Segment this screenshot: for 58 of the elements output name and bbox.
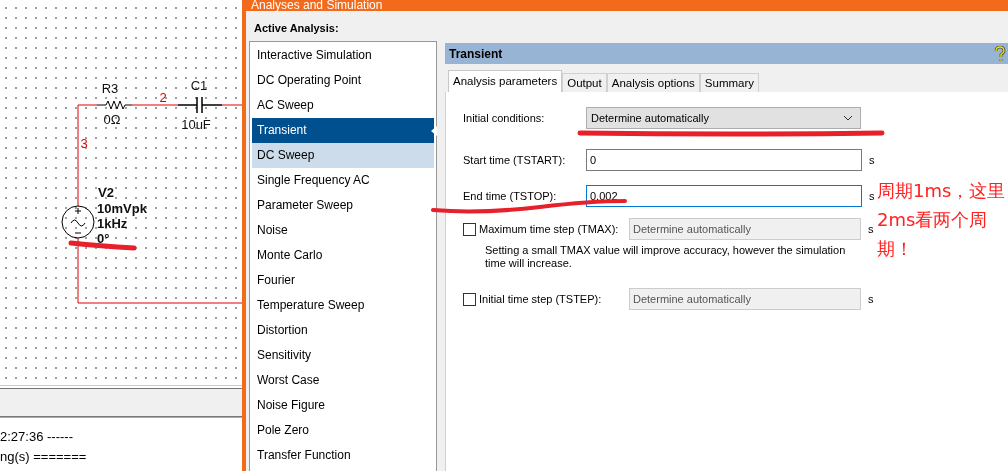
analysis-item[interactable]: AC Sweep [252,93,434,118]
component-label: R3 [101,81,119,96]
node-label: 3 [80,136,88,151]
field-label: Maximum time step (TMAX): [479,223,619,235]
tab[interactable]: Analysis options [606,73,700,92]
analysis-item[interactable]: Transfer Function [252,443,434,468]
component-value: 0Ω [103,112,121,127]
tab[interactable]: Analysis parameters [448,70,563,92]
input-field[interactable]: Determine automatically [629,218,861,240]
analysis-item[interactable]: Noise Figure [252,393,434,418]
capacitor-symbol [177,96,223,114]
analysis-item[interactable]: Single Frequency AC [252,168,434,193]
component-value: 10uF [181,117,211,132]
component-value: 10mVpk [97,201,147,216]
hint-text: Setting a small TMAX value will improve accuracy, however the simulation time will increase. [484,244,847,270]
tab[interactable]: Output [562,73,607,92]
analysis-item[interactable]: Distortion [252,318,434,343]
unit-label: s [869,190,875,202]
caret-icon [843,115,853,121]
analysis-item[interactable]: Noise [252,218,434,243]
unit-label: s [869,154,875,166]
log-line: 2:27:36 ------ [0,428,74,446]
analysis-item[interactable]: Temperature Sweep [252,293,434,318]
component-label: V2 [98,185,114,200]
component-label: C1 [190,78,208,93]
checkbox[interactable] [463,292,476,306]
tab[interactable]: Summary [699,73,760,92]
component-value: 0° [97,231,110,246]
unit-label: s [868,293,874,305]
analysis-item[interactable]: Worst Case [252,368,434,393]
log-line: ng(s) ======= [0,448,88,466]
panel-title: Transient [449,46,503,61]
analysis-item[interactable]: Sensitivity [252,343,434,368]
resistor-symbol [96,100,133,110]
analysis-item[interactable]: Pole Zero [252,418,434,443]
analysis-item[interactable]: Monte Carlo [252,243,434,268]
field-label: Initial time step (TSTEP): [479,293,602,305]
input-field[interactable]: 0.002 [586,185,862,207]
window-title: Analyses and Simulation [250,0,383,11]
analysis-item[interactable]: DC Sweep [252,143,434,168]
input-field[interactable]: 0 [586,149,862,171]
input-field[interactable]: Determine automatically [629,288,861,310]
field-label: Initial conditions: [463,112,546,124]
analysis-item[interactable]: Fourier [252,268,434,293]
dropdown[interactable]: Determine automatically [586,107,861,129]
node-label: 2 [159,90,167,105]
analysis-item[interactable]: Interactive Simulation [252,43,434,68]
field-label: Start time (TSTART): [463,154,567,166]
checkbox[interactable] [463,222,476,236]
ac-source-symbol [61,205,95,239]
analysis-item[interactable]: DC Operating Point [252,68,434,93]
analysis-item[interactable]: Transient [252,118,434,143]
unit-label: s [868,223,874,235]
annotation-text: 周期1ms，这里2ms看两个周期！ [877,179,1007,261]
analysis-item[interactable]: Parameter Sweep [252,193,434,218]
field-label: End time (TSTOP): [463,190,558,202]
component-value: 1kHz [97,216,128,231]
help-icon[interactable] [994,45,1006,62]
